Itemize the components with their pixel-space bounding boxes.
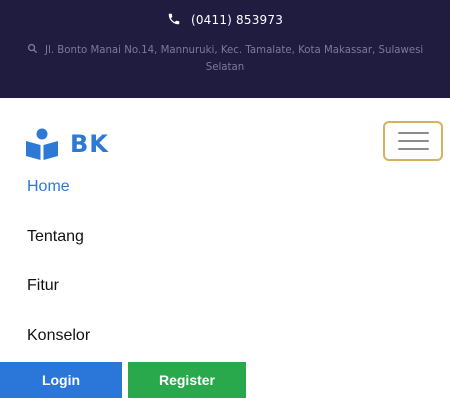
nav-tentang[interactable]: Tentang: [27, 228, 84, 246]
phone-row: (0411) 853973: [0, 12, 450, 28]
brand[interactable]: BK: [24, 126, 109, 162]
register-button[interactable]: Register: [128, 362, 246, 398]
contact-topbar: (0411) 853973 Jl. Bonto Manai No.14, Man…: [0, 0, 450, 98]
nav-fitur[interactable]: Fitur: [27, 277, 59, 295]
phone-number[interactable]: (0411) 853973: [191, 13, 283, 27]
nav-home[interactable]: Home: [27, 178, 70, 196]
nav-konselor[interactable]: Konselor: [27, 327, 90, 345]
address-text: Jl. Bonto Manai No.14, Mannuruki, Kec. T…: [44, 45, 424, 73]
login-label: Login: [41, 372, 81, 388]
register-label: Register: [158, 372, 216, 388]
address-block: Jl. Bonto Manai No.14, Mannuruki, Kec. T…: [22, 42, 428, 76]
location-icon: [27, 43, 37, 54]
brand-name: BK: [70, 130, 109, 158]
menu-toggle-button[interactable]: [383, 121, 443, 161]
login-button[interactable]: Login: [0, 362, 122, 398]
reader-logo-icon: [26, 128, 58, 160]
phone-icon: [168, 13, 180, 25]
